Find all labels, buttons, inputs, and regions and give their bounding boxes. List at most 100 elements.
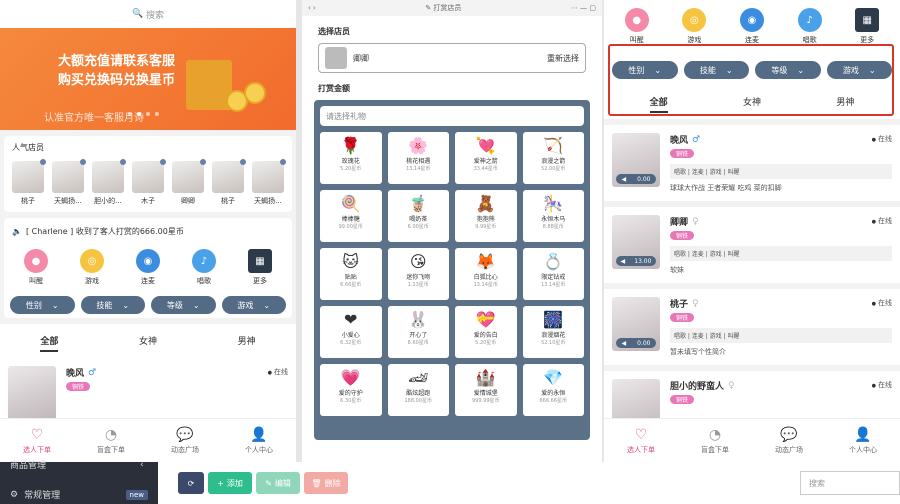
popular-host[interactable]: 天蝎扬... bbox=[252, 159, 286, 206]
popular-host[interactable]: 桃子 bbox=[12, 159, 46, 206]
gift-item[interactable]: 🧋 喝奶茶 6.00星币 bbox=[387, 190, 449, 242]
banner-dots[interactable] bbox=[128, 112, 159, 116]
nav-arrows-icon[interactable]: ‹ › bbox=[308, 4, 316, 12]
filter-game[interactable]: 游戏 ⌄ bbox=[221, 296, 286, 314]
delete-button[interactable]: 🗑 删除 bbox=[304, 472, 348, 494]
nav-label: 动态广场 bbox=[171, 445, 199, 454]
gift-icon: 🧋 bbox=[408, 194, 429, 213]
gift-name: 爱情城堡 bbox=[473, 390, 498, 397]
category-sing[interactable]: ♪ 唱歌 bbox=[192, 249, 216, 286]
gift-item[interactable]: 🍭 棒棒糖 99.00星币 bbox=[320, 190, 382, 242]
host-intro: 软妹 bbox=[670, 266, 684, 274]
gift-price: 666.66星币 bbox=[539, 398, 568, 404]
host-photo: ◀ 0.00 bbox=[612, 297, 660, 351]
category-game[interactable]: ◎ 游戏 bbox=[682, 8, 707, 45]
host-card[interactable]: ◀ 0.00 桃子♀ 铜铁唱歌 | 连麦 | 游戏 | 叫醒暂未填写个性简介 在线 bbox=[604, 283, 900, 365]
filter-label: 游戏 bbox=[237, 300, 254, 310]
gift-item[interactable]: 🦊 白狐比心 13.14星币 bbox=[455, 248, 517, 300]
promo-banner[interactable]: 大额充值请联系客服 购买兑换码兑换星币 认准官方唯一客服月诗 bbox=[0, 28, 296, 130]
category-sing[interactable]: ♪ 唱歌 bbox=[797, 8, 822, 45]
gift-item[interactable]: 🏎 酷炫超跑 188.00星币 bbox=[387, 364, 449, 416]
category-mic[interactable]: ◉ 连麦 bbox=[739, 8, 764, 45]
gift-select-input[interactable]: 请选择礼物 bbox=[320, 106, 584, 126]
nav-feed[interactable]: 💬 动态广场 bbox=[171, 427, 199, 455]
gift-item[interactable]: 💘 爱神之箭 33.44星币 bbox=[455, 132, 517, 184]
tab-god[interactable]: 男神 bbox=[238, 334, 256, 352]
gift-item[interactable]: 🏹 浪漫之箭 52.00星币 bbox=[522, 132, 584, 184]
tab-goddess[interactable]: 女神 bbox=[139, 334, 157, 352]
popular-host[interactable]: 胆小的... bbox=[92, 159, 126, 206]
nav-profile[interactable]: 👤 个人中心 bbox=[849, 427, 877, 455]
mic-icon: ◉ bbox=[136, 249, 160, 273]
gift-item[interactable]: 💎 爱的永恒 666.66星币 bbox=[522, 364, 584, 416]
gift-item[interactable]: 🎆 浪漫烟花 52.10星币 bbox=[522, 306, 584, 358]
nav-select[interactable]: ♡ 选人下单 bbox=[627, 427, 655, 455]
voice-duration[interactable]: ◀ 13.00 bbox=[616, 256, 656, 266]
menu-goods[interactable]: 商品管理 ‹ bbox=[10, 458, 144, 472]
speaker-icon: ◀ bbox=[620, 257, 626, 265]
gift-item[interactable]: 🧸 抱抱熊 9.99星币 bbox=[455, 190, 517, 242]
nav-blindbox[interactable]: ◔ 盲盒下单 bbox=[97, 427, 125, 455]
gift-item[interactable]: 🐰 开心了 8.60星币 bbox=[387, 306, 449, 358]
gift-price: 999.99星币 bbox=[472, 398, 500, 404]
search-input[interactable]: 搜索 bbox=[800, 471, 900, 495]
host-card[interactable]: ◀ 0.00 晚风 ♂ 铜铁 唱歌 | 连麦 | 游戏 | 叫醒 球球大作战 王者荣耀 吃鸡… bbox=[604, 119, 900, 201]
gift-name: 爱神之箭 bbox=[473, 158, 498, 165]
gift-icon: 🏹 bbox=[543, 136, 564, 155]
gift-item[interactable]: 💝 爱的告白 5.20星币 bbox=[455, 306, 517, 358]
edit-button[interactable]: ✎ 编辑 bbox=[256, 472, 300, 494]
popular-host[interactable]: 天蝎扬... bbox=[52, 159, 86, 206]
voice-duration[interactable]: ◀ 0.00 bbox=[616, 174, 656, 184]
gift-item[interactable]: ❤ 小爱心 6.32星币 bbox=[320, 306, 382, 358]
category-more[interactable]: ▦ 更多 bbox=[248, 249, 272, 286]
popular-host[interactable]: 桃子 bbox=[212, 159, 246, 206]
nav-label: 选人下单 bbox=[627, 445, 655, 454]
category-wake[interactable]: ● 叫醒 bbox=[24, 249, 48, 286]
tab-all[interactable]: 全部 bbox=[40, 334, 59, 352]
gift-item[interactable]: 🏰 爱情城堡 999.99星币 bbox=[455, 364, 517, 416]
filter-skill[interactable]: 技能 ⌄ bbox=[80, 296, 145, 314]
speaker-icon: ◀ bbox=[621, 339, 627, 347]
gift-item[interactable]: 😘 迷你飞吻 1.13星币 bbox=[387, 248, 449, 300]
chevron-left-icon: ‹ bbox=[140, 459, 144, 470]
reselect-button[interactable]: 重新选择 bbox=[547, 53, 579, 64]
popular-host[interactable]: 卿卿 bbox=[172, 159, 206, 206]
host-name: 天蝎扬... bbox=[54, 197, 82, 205]
menu-general[interactable]: ⚙ 常规管理 bbox=[10, 488, 60, 502]
gift-price: 13.14星币 bbox=[473, 282, 498, 288]
section-title: 人气店员 bbox=[12, 143, 44, 152]
nav-profile[interactable]: 👤 个人中心 bbox=[245, 427, 273, 455]
gift-item[interactable]: 🌹 玫瑰花 5.20星币 bbox=[320, 132, 382, 184]
filter-gender[interactable]: 性别 ⌄ bbox=[10, 296, 75, 314]
category-mic[interactable]: ◉ 连麦 bbox=[136, 249, 160, 286]
gift-name: 棒棒糖 bbox=[341, 216, 360, 223]
store-selector[interactable]: 卿卿 重新选择 bbox=[318, 43, 586, 73]
refresh-button[interactable]: ⟳ bbox=[178, 472, 204, 494]
popular-host[interactable]: 木子 bbox=[132, 159, 166, 206]
filter-level[interactable]: 等级 ⌄ bbox=[151, 296, 216, 314]
search-bar[interactable]: 🔍 搜索 bbox=[0, 0, 296, 28]
status-badge: 在线 bbox=[872, 298, 892, 308]
host-list-screen: ● 叫醒 ◎ 游戏 ◉ 连麦 ♪ 唱歌 ▦ 更多 性别 ⌄ 技能 ⌄ 等级 ⌄ 游戏 ⌄ 全部 女… bbox=[604, 0, 900, 462]
category-wake[interactable]: ● 叫醒 bbox=[624, 8, 649, 45]
category-game[interactable]: ◎ 游戏 bbox=[80, 249, 104, 286]
gift-item[interactable]: 🌸 桃花相遇 13.14星币 bbox=[387, 132, 449, 184]
category-more[interactable]: ▦ 更多 bbox=[855, 8, 880, 45]
gift-item[interactable]: 🐱 贴贴 6.66星币 bbox=[320, 248, 382, 300]
nav-label: 动态广场 bbox=[775, 445, 803, 454]
nav-feed[interactable]: 💬 动态广场 bbox=[775, 427, 803, 455]
category-label: 连麦 bbox=[141, 277, 155, 285]
search-icon: 🔍 bbox=[131, 9, 147, 19]
voice-duration[interactable]: ◀ 0.00 bbox=[616, 338, 656, 348]
host-card[interactable]: ◀ 13.00 卿卿♀ 铜铁唱歌 | 连麦 | 游戏 | 叫醒软妹 在线 bbox=[604, 201, 900, 283]
window-controls[interactable]: ⋯ — ▢ bbox=[571, 4, 596, 12]
nav-blindbox[interactable]: ◔ 盲盒下单 bbox=[701, 427, 729, 455]
gift-item[interactable]: 🎠 永恒木马 8.88星币 bbox=[522, 190, 584, 242]
host-name: 木子 bbox=[141, 197, 155, 205]
gift-item[interactable]: 💍 限定钻戒 13.14星币 bbox=[522, 248, 584, 300]
gift-item[interactable]: 💗 爱的守护 6.30星币 bbox=[320, 364, 382, 416]
level-badge: 铜铁 bbox=[670, 395, 695, 404]
admin-sidebar: 商品管理 ‹ ⚙ 常规管理 new bbox=[0, 460, 158, 504]
nav-select[interactable]: ♡ 选人下单 bbox=[23, 427, 51, 455]
add-button[interactable]: + 添加 bbox=[208, 472, 252, 494]
